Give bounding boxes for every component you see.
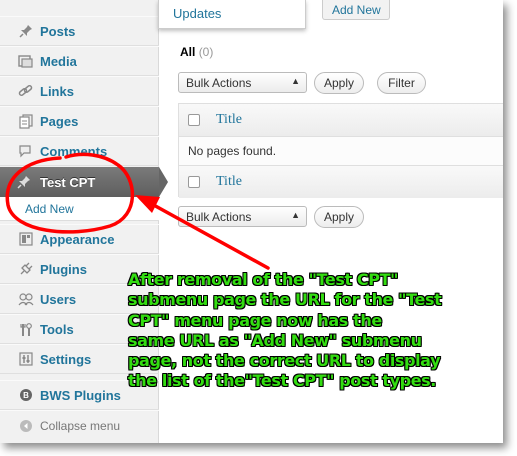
plugins-icon xyxy=(17,261,34,278)
filter-button[interactable]: Filter xyxy=(377,72,426,94)
sidebar-item-pages[interactable]: Pages xyxy=(0,106,159,136)
table-header: Title xyxy=(179,104,503,137)
appearance-icon xyxy=(17,231,34,248)
sidebar-item-label: Comments xyxy=(40,143,108,159)
sidebar-item-label: Collapse menu xyxy=(40,418,121,433)
sidebar-item-label: Media xyxy=(40,53,77,69)
bulk-actions-value: Bulk Actions xyxy=(186,210,252,224)
add-new-button[interactable]: Add New xyxy=(322,0,390,20)
filter-all[interactable]: All (0) xyxy=(180,45,213,59)
apply-button-bottom[interactable]: Apply xyxy=(314,206,364,228)
sidebar-item-label: Test CPT xyxy=(40,174,96,190)
media-icon xyxy=(17,53,34,70)
sidebar-item-label: Pages xyxy=(40,113,79,129)
filter-all-label: All xyxy=(180,45,196,59)
column-title-header[interactable]: Title xyxy=(216,112,242,128)
bulk-actions-select-bottom[interactable]: Bulk Actions ▲ xyxy=(178,206,307,227)
table-row: No pages found. xyxy=(179,137,503,165)
collapse-icon xyxy=(17,417,34,434)
collapse-menu-button[interactable]: Collapse menu xyxy=(0,410,159,440)
column-title-footer[interactable]: Title xyxy=(216,174,242,190)
annotation-line: same URL as "Add New" submenu xyxy=(128,330,422,350)
pushpin-icon xyxy=(17,23,34,40)
sidebar-item-label: Links xyxy=(40,83,74,99)
table-footer: Title xyxy=(179,165,503,198)
annotation-line: page, not the correct URL to display xyxy=(128,351,441,371)
link-icon xyxy=(17,83,34,100)
sidebar-item-media[interactable]: Media xyxy=(0,46,159,76)
select-all-checkbox[interactable] xyxy=(188,114,200,126)
pages-icon xyxy=(17,113,34,130)
wp-admin-screenshot: Posts Media Links Pages Comments Test CP… xyxy=(0,0,503,443)
sidebar-item-appearance[interactable]: Appearance xyxy=(0,224,159,254)
settings-icon xyxy=(17,351,34,368)
bws-icon: B xyxy=(17,387,34,404)
select-arrows-icon: ▲ xyxy=(291,210,300,220)
updates-dropdown-item[interactable]: Updates xyxy=(158,0,306,29)
sidebar-item-links[interactable]: Links xyxy=(0,76,159,106)
sidebar-item-label: Appearance xyxy=(40,231,115,247)
sidebar-item-comments[interactable]: Comments xyxy=(0,136,159,166)
select-arrows-icon: ▲ xyxy=(291,76,300,86)
svg-text:B: B xyxy=(23,391,29,400)
annotation-line: CPT" menu page now has the xyxy=(128,310,382,330)
tools-icon xyxy=(17,321,34,338)
pushpin-icon xyxy=(17,174,34,191)
sidebar-item-label: Plugins xyxy=(40,261,87,277)
comments-icon xyxy=(17,143,34,160)
bulk-actions-select-top[interactable]: Bulk Actions ▲ xyxy=(178,72,307,93)
annotation-line: After removal of the "Test CPT" xyxy=(128,270,399,289)
submenu-item-label: Add New xyxy=(25,201,74,216)
filter-all-count: (0) xyxy=(198,45,214,59)
annotation-callout: After removal of the "Test CPT" submenu … xyxy=(128,270,503,392)
annotation-line: the list of the"Test CPT" post types. xyxy=(128,371,436,391)
apply-button-top[interactable]: Apply xyxy=(314,72,364,94)
current-menu-arrow xyxy=(159,167,168,197)
users-icon xyxy=(17,291,34,308)
submenu-item-add-new[interactable]: Add New xyxy=(0,197,159,221)
sidebar-item-label: Users xyxy=(40,291,77,307)
annotation-line: submenu page the URL for the "Test xyxy=(128,290,442,310)
sidebar-item-posts[interactable]: Posts xyxy=(0,16,159,46)
sidebar-item-label: Tools xyxy=(40,321,74,337)
sidebar-item-label: Posts xyxy=(40,23,76,39)
pages-table: Title No pages found. Title xyxy=(178,103,503,198)
select-all-checkbox-footer[interactable] xyxy=(188,176,200,188)
sidebar-item-label: Settings xyxy=(40,351,92,367)
bulk-actions-value: Bulk Actions xyxy=(186,76,252,90)
sidebar-item-label: BWS Plugins xyxy=(40,387,121,403)
sidebar-item-test-cpt[interactable]: Test CPT xyxy=(0,167,159,197)
